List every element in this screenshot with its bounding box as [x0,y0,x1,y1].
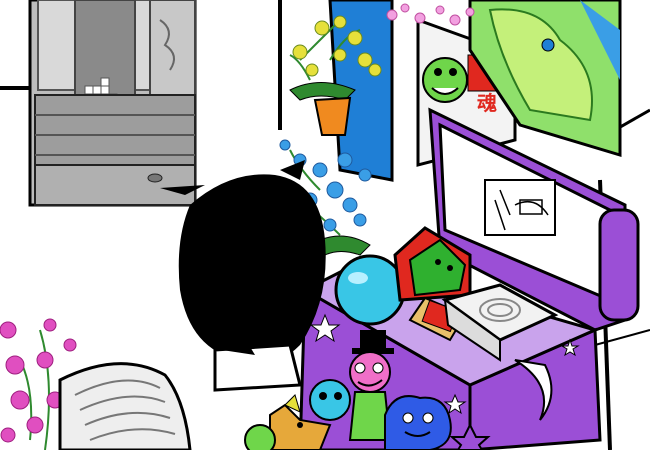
cyan-plush[interactable] [309,379,351,421]
sketch-screen[interactable] [484,179,556,236]
flower-garland [386,3,475,26]
crystal-ball[interactable] [334,254,406,326]
staircase[interactable] [58,362,192,450]
room-scene: 魂 [0,0,650,450]
blue-blob-plush[interactable] [384,395,452,450]
player-character[interactable] [160,160,326,392]
green-plush[interactable] [244,424,276,450]
wardrobe[interactable] [28,0,197,207]
poster-kanji: 魂 [477,91,497,115]
